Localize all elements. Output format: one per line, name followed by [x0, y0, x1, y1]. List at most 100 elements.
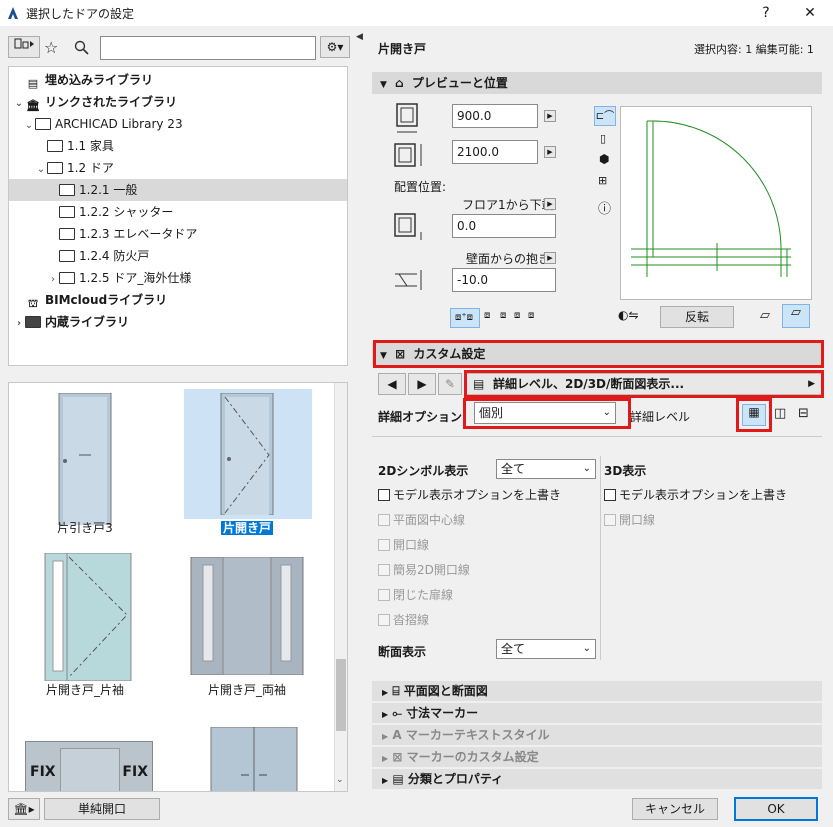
opening-line-3d-checkbox[interactable]: 開口線: [604, 511, 655, 528]
search-icon[interactable]: [74, 40, 90, 56]
edit-page-button[interactable]: ✎: [438, 373, 462, 395]
sliding-door-thumbnail[interactable]: [55, 393, 115, 525]
opening-side-right-button[interactable]: ▱: [782, 304, 810, 328]
sill-height-input[interactable]: 0.0: [452, 214, 556, 238]
next-page-button[interactable]: ▶: [408, 373, 436, 395]
tree-item-linked-library[interactable]: ⌄ 🏛 リンクされたライブラリ: [9, 91, 347, 113]
library-icon: 🏛: [26, 99, 40, 112]
opening-side-left-icon[interactable]: ▱: [760, 308, 770, 323]
tree-item-overseas-door[interactable]: › 1.2.5 ドア_海外仕様: [9, 267, 347, 289]
detail-level-label: 詳細レベル: [630, 410, 691, 424]
gear-icon: ⚙▾: [326, 40, 344, 54]
width-input[interactable]: 900.0: [452, 104, 538, 128]
height-icon: [394, 143, 422, 167]
chevron-right-icon[interactable]: ›: [47, 269, 59, 291]
anchor-option-4-icon[interactable]: ⧈: [514, 310, 520, 321]
simple-opening-button[interactable]: 単純開口: [44, 798, 160, 820]
chevron-down-icon[interactable]: ⌄: [23, 115, 35, 137]
tree-item-general[interactable]: 1.2.1 一般: [9, 179, 347, 201]
fix-door-thumbnail[interactable]: FIX FIX: [25, 741, 153, 791]
help-button[interactable]: ?: [746, 2, 786, 24]
classification-properties-header[interactable]: ▶ ▤ 分類とプロパティ: [372, 769, 822, 789]
detail-level-mid-icon[interactable]: ◫: [774, 406, 786, 421]
tree-item-furniture[interactable]: 1.1 家具: [9, 135, 347, 157]
section-view-icon[interactable]: ⊞: [598, 174, 607, 187]
wall-reveal-input[interactable]: -10.0: [452, 268, 556, 292]
tree-item-elevator-door[interactable]: 1.2.3 エレベータドア: [9, 223, 347, 245]
anchor-option-2-icon[interactable]: ⧈: [484, 310, 490, 321]
ok-button[interactable]: OK: [734, 797, 818, 821]
highlight-box: [464, 370, 824, 398]
folder-icon: [59, 272, 75, 284]
gallery-item-label: 片引き戸3: [57, 521, 113, 535]
double-side-light-door-thumbnail[interactable]: [189, 557, 305, 675]
cancel-button[interactable]: キャンセル: [632, 798, 718, 820]
front-view-icon[interactable]: ▯: [600, 132, 606, 145]
closed-leaf-checkbox[interactable]: 閉じた扉線: [378, 586, 453, 603]
simple-2d-opening-checkbox[interactable]: 簡易2D開口線: [378, 561, 470, 578]
opening-line-checkbox[interactable]: 開口線: [378, 536, 429, 553]
floor-reference-arrow-button[interactable]: ▶: [544, 198, 556, 210]
opening-side-icon: ▱: [791, 305, 801, 320]
info-icon[interactable]: ⓘ: [598, 198, 611, 217]
height-arrow-button[interactable]: ▶: [544, 146, 556, 158]
side-light-door-thumbnail[interactable]: [43, 553, 133, 681]
threshold-line-checkbox[interactable]: 沓摺線: [378, 611, 429, 628]
floor-reference-label: フロア1から下端: [462, 198, 554, 212]
prev-page-button[interactable]: ◀: [378, 373, 406, 395]
mirror-icon[interactable]: ◐⇋: [618, 308, 639, 322]
window-title: 選択したドアの設定: [26, 7, 135, 21]
3d-view-icon[interactable]: ⬢: [599, 152, 609, 166]
width-arrow-button[interactable]: ▶: [544, 110, 556, 122]
tree-item-shutter[interactable]: 1.2.2 シャッター: [9, 201, 347, 223]
chevron-down-icon[interactable]: ⌄: [35, 159, 47, 181]
detail-level-simple-icon[interactable]: ⊟: [798, 406, 809, 421]
scroll-thumb[interactable]: [336, 659, 346, 731]
reveal-icon: [395, 270, 422, 290]
search-input[interactable]: [100, 36, 316, 60]
wall-reveal-arrow-button[interactable]: ▶: [544, 252, 556, 264]
chevron-right-icon[interactable]: ›: [13, 313, 25, 335]
section-display-select[interactable]: 全て ⌄: [496, 639, 596, 659]
object-gallery[interactable]: 片引き戸3 片開き戸 片開き戸_片袖 片開き戸_両袖 FIX FIX: [8, 382, 348, 792]
plan-section-header[interactable]: ▶ ⌸ 平面図と断面図: [372, 681, 822, 701]
tree-item-builtin-library[interactable]: › 内蔵ライブラリ: [9, 311, 347, 333]
plan-center-line-checkbox[interactable]: 平面図中心線: [378, 511, 465, 528]
gallery-scrollbar[interactable]: ⌄: [334, 383, 347, 791]
chevron-down-icon[interactable]: ⌄: [13, 93, 25, 115]
favorites-star-icon[interactable]: ☆: [44, 38, 58, 57]
symbol-2d-select[interactable]: 全て ⌄: [496, 459, 596, 479]
preview-section-header[interactable]: ▼ ⌂ プレビューと位置: [372, 72, 822, 94]
tree-item-fire-door[interactable]: 1.2.4 防火戸: [9, 245, 347, 267]
close-button[interactable]: ✕: [790, 2, 830, 24]
plan-view-button[interactable]: ⊏⌒: [594, 106, 616, 126]
collapse-arrow-icon[interactable]: ◀: [356, 32, 363, 42]
tree-item-archicad-library[interactable]: ⌄ ARCHICAD Library 23: [9, 113, 347, 135]
chevron-down-icon[interactable]: ⌄: [336, 775, 344, 785]
library-tree[interactable]: ▤ 埋め込みライブラリ ⌄ 🏛 リンクされたライブラリ ⌄ ARCHICAD Libra…: [8, 66, 348, 366]
double-door-thumbnail[interactable]: [209, 727, 299, 792]
anchor-option-3-icon[interactable]: ⧈: [500, 310, 506, 321]
library-manager-button[interactable]: 🏛▸: [8, 798, 40, 820]
flip-button[interactable]: 反転: [660, 306, 734, 328]
marker-custom-icon: ⊠: [392, 750, 403, 764]
height-input[interactable]: 2100.0: [452, 140, 538, 164]
collapsed-triangle-icon: ▶: [382, 688, 389, 697]
settings-gear-button[interactable]: ⚙▾: [320, 36, 350, 58]
tree-item-bimcloud-library[interactable]: ⛫ BIMcloudライブラリ: [9, 289, 347, 311]
swing-door-thumbnail[interactable]: [217, 393, 277, 515]
marker-custom-header[interactable]: ▶ ⊠ マーカーのカスタム設定: [372, 747, 822, 767]
view-mode-button[interactable]: [8, 36, 40, 58]
dimension-marker-header[interactable]: ▶ ⟜ 寸法マーカー: [372, 703, 822, 723]
override-2d-checkbox[interactable]: モデル表示オプションを上書き: [378, 486, 561, 503]
anchor-option-selected-button[interactable]: ⧈⁺⧈: [450, 308, 480, 328]
override-3d-checkbox[interactable]: モデル表示オプションを上書き: [604, 486, 787, 503]
anchor-option-5-icon[interactable]: ⧈: [528, 310, 534, 321]
door-icon: ⌂: [395, 76, 404, 90]
tree-item-embedded-library[interactable]: ▤ 埋め込みライブラリ: [9, 69, 347, 91]
marker-text-style-header[interactable]: ▶ A マーカーテキストスタイル: [372, 725, 822, 745]
gallery-item-label: 片開き戸: [220, 521, 273, 535]
library-icon: 🏛▸: [13, 802, 35, 816]
cloud-library-icon: ⛫: [27, 297, 39, 310]
tree-item-doors[interactable]: ⌄ 1.2 ドア: [9, 157, 347, 179]
